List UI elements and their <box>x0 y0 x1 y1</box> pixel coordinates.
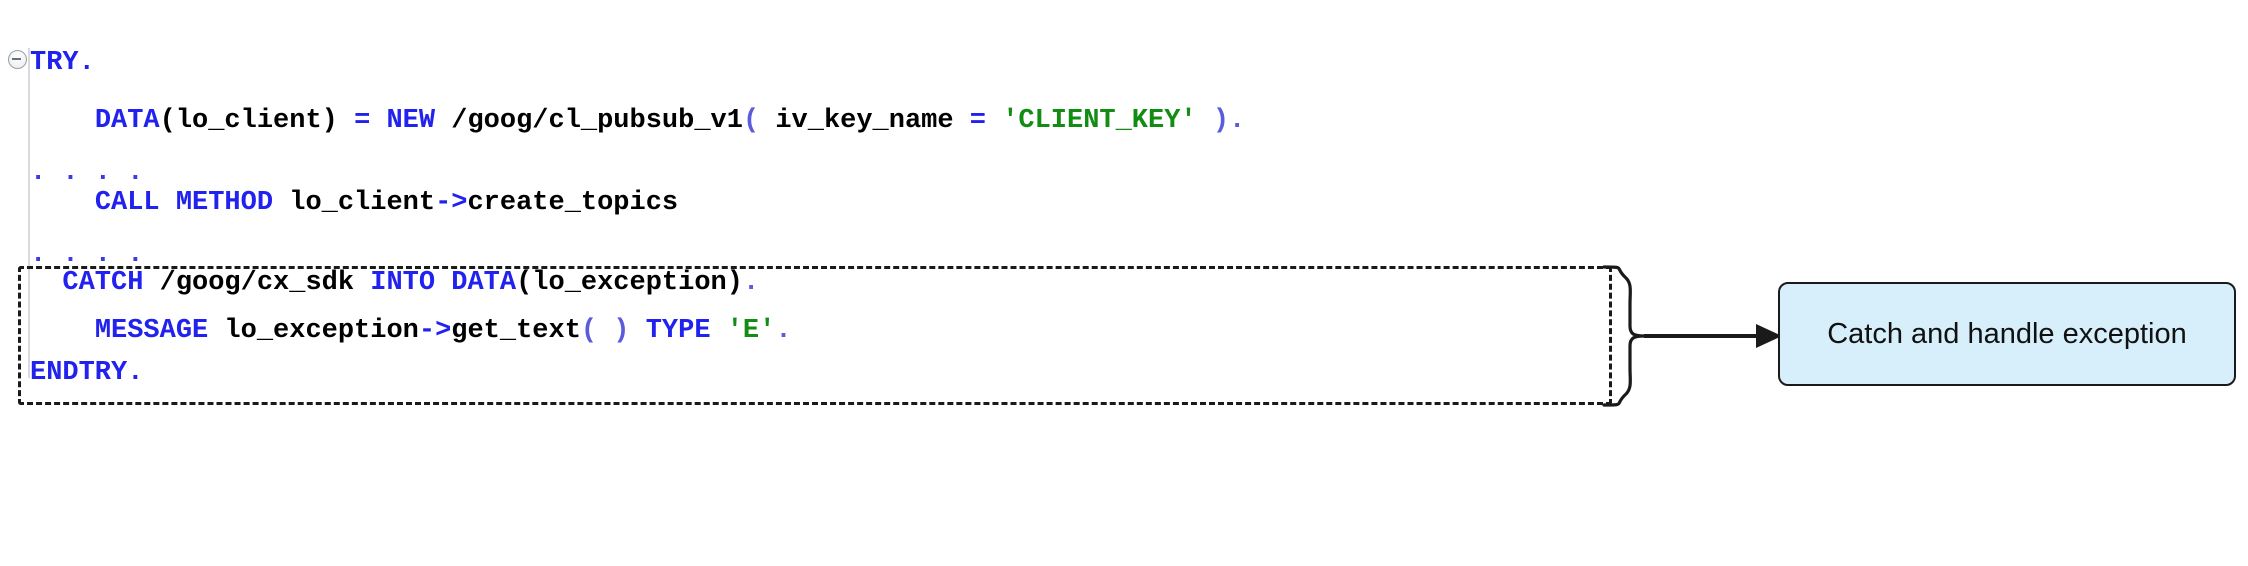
code-token: ( <box>742 106 760 136</box>
code-token: = <box>969 106 986 136</box>
highlight-dashed-box <box>18 266 1612 405</box>
code-token: ) <box>1212 106 1230 136</box>
arrow-right-icon <box>1644 316 1784 356</box>
code-token: iv_key_name <box>759 106 970 136</box>
code-token: -> <box>435 188 468 218</box>
code-token: lo_client <box>273 188 436 218</box>
line-data-new-client[interactable]: DATA(lo_client) = NEW /goog/cl_pubsub_v1… <box>30 106 1245 136</box>
code-token: 'CLIENT_KEY' <box>1002 106 1197 136</box>
code-token: DATA <box>94 106 160 136</box>
annotation-callout-label: Catch and handle exception <box>1827 317 2187 350</box>
code-token: . . . . <box>30 158 144 188</box>
code-token: NEW <box>386 106 436 136</box>
line-ellipsis-1[interactable]: . . . . <box>30 158 143 188</box>
collapse-minus-icon[interactable] <box>8 50 27 69</box>
annotation-callout-box: Catch and handle exception <box>1778 282 2236 386</box>
code-token: TRY. <box>30 48 95 78</box>
code-token: create_topics <box>467 188 679 218</box>
code-token: (lo_client) <box>159 106 338 136</box>
line-try[interactable]: TRY. <box>30 48 95 78</box>
line-call-method[interactable]: CALL METHOD lo_client->create_topics <box>30 188 678 218</box>
code-token: CALL METHOD <box>94 188 274 218</box>
code-token: = <box>354 106 371 136</box>
code-token: /goog/cl_pubsub_v1 <box>435 106 743 136</box>
code-token: . <box>1229 106 1246 136</box>
